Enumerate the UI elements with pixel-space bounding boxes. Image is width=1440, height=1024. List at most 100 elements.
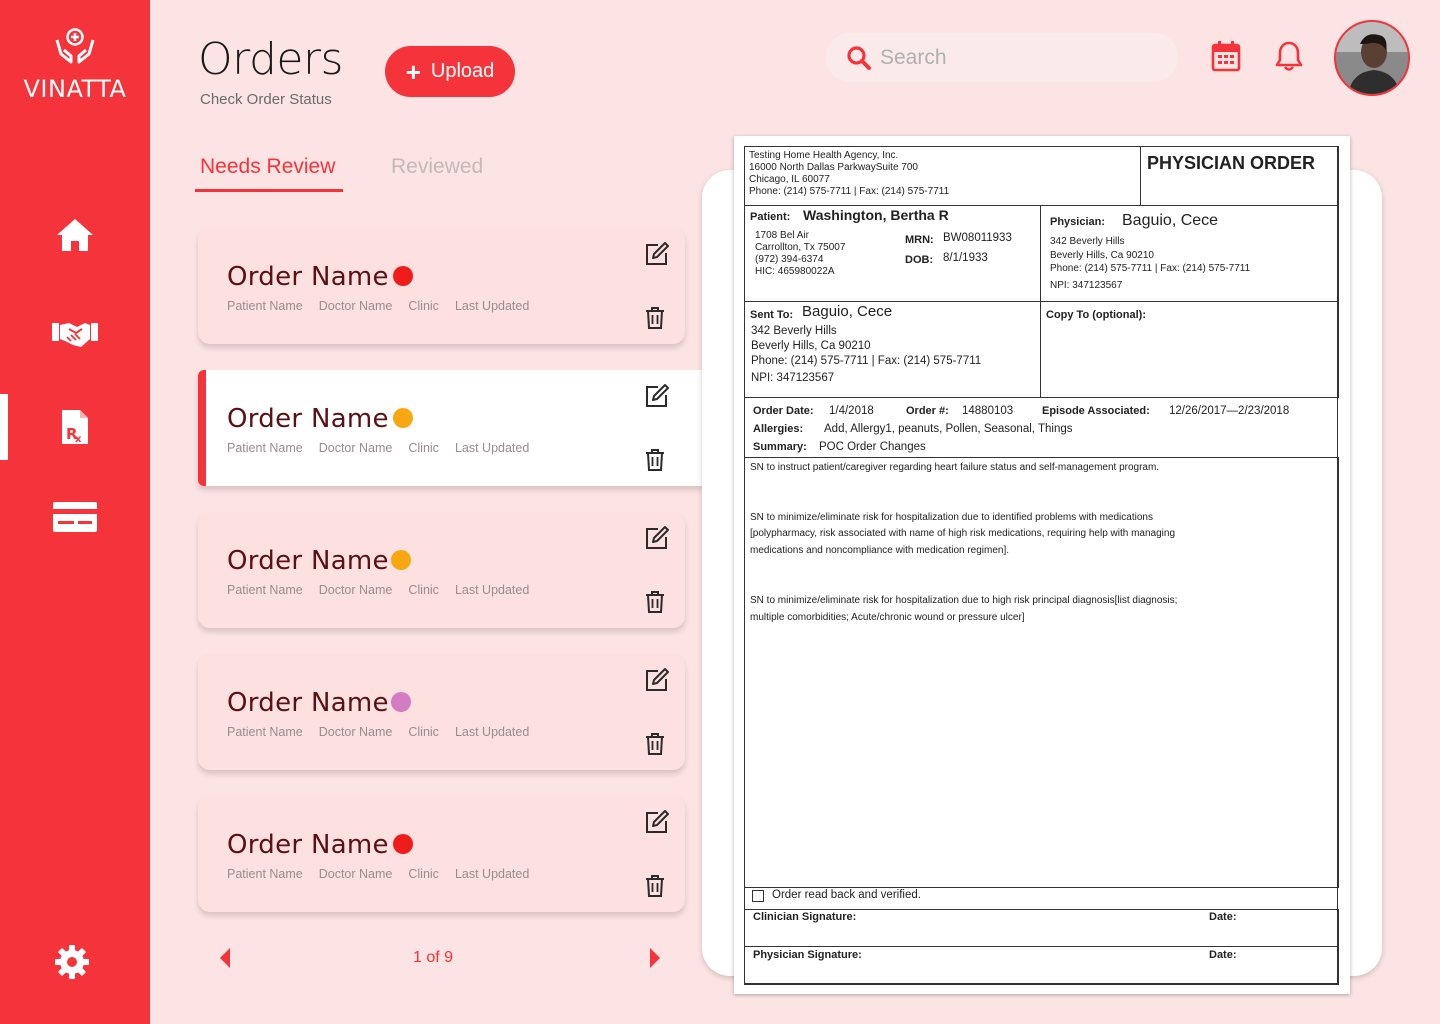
sent-to-name: Baguio, Cece [802,303,893,320]
tab-needs-review[interactable]: Needs Review [194,155,344,192]
order-meta: Patient Name Doctor Name Clinic Last Upd… [227,583,529,597]
order-card[interactable]: Order Name Patient Name Doctor Name Clin… [198,512,685,628]
user-photo-icon [1336,22,1408,94]
edit-button[interactable] [644,525,670,551]
sent-to-line: Beverly Hills, Ca 90210 [751,340,871,352]
patient-name: Washington, Bertha R [803,207,949,223]
trash-icon [646,875,664,897]
order-name: Order Name [227,404,389,434]
physician-label: Physician: [1050,216,1106,228]
notifications-button[interactable] [1272,38,1306,74]
edit-icon [646,526,669,549]
page-subtitle: Check Order Status [200,91,332,108]
dob-label: DOB: [905,254,934,266]
order-body-line: SN to minimize/eliminate risk for hospit… [750,512,1153,523]
status-dot [393,266,413,286]
clinic-name: Clinic [408,583,439,597]
agency-line: Testing Home Health Agency, Inc. [749,150,899,161]
logo: VINATTA [20,28,130,103]
search-bar[interactable] [826,33,1178,82]
search-input[interactable] [880,45,1160,70]
order-number: 14880103 [962,405,1014,417]
mrn-value: BW08011933 [943,232,1012,244]
readback-checkbox[interactable] [752,890,764,902]
sidebar-item-orders[interactable]: R x [0,394,150,460]
patient-name: Patient Name [227,441,303,455]
order-body-line: [polypharmacy, risk associated with name… [750,528,1176,539]
last-updated: Last Updated [454,867,530,881]
upload-button[interactable]: + Upload [385,46,515,97]
order-body-line: medications and noncompliance with medic… [750,545,1010,556]
settings-button[interactable] [52,942,92,982]
sent-to-line: Phone: (214) 575-7711 | Fax: (214) 575-7… [751,355,982,367]
sent-to-line: NPI: 347123567 [751,372,835,384]
order-card-selected[interactable]: Order Name Patient Name Doctor Name Clin… [198,370,703,486]
avatar[interactable] [1334,20,1410,96]
summary-value: POC Order Changes [819,441,926,453]
brand-name: VINATTA [23,75,127,103]
delete-button[interactable] [644,448,666,472]
order-date-label: Order Date: [753,405,814,417]
delete-button[interactable] [644,732,666,756]
order-card[interactable]: Order Name Patient Name Doctor Name Clin… [198,796,685,912]
mrn-label: MRN: [905,234,934,246]
doctor-name: Doctor Name [318,725,393,739]
calendar-icon [1211,41,1241,72]
clinic-name: Clinic [408,441,439,455]
delete-button[interactable] [644,306,666,330]
search-icon [847,45,871,70]
order-meta: Patient Name Doctor Name Clinic Last Upd… [227,299,529,313]
order-meta: Patient Name Doctor Name Clinic Last Upd… [227,867,529,881]
physician-line: NPI: 347123567 [1050,280,1123,291]
episode-label: Episode Associated: [1042,405,1150,417]
agency-line: 16000 North Dallas ParkwaySuite 700 [749,162,918,173]
physician-order-document[interactable]: Testing Home Health Agency, Inc. 16000 N… [734,136,1350,994]
doctor-name: Doctor Name [318,441,393,455]
order-body-line: SN to instruct patient/caregiver regardi… [750,462,1160,473]
caret-right-icon [650,948,660,968]
doctor-name: Doctor Name [318,583,393,597]
calendar-button[interactable] [1209,38,1243,74]
order-card[interactable]: Order Name Patient Name Doctor Name Clin… [198,228,685,344]
last-updated: Last Updated [454,725,530,739]
sidebar-item-billing[interactable] [0,484,150,550]
physician-line: Beverly Hills, Ca 90210 [1050,250,1154,261]
previous-page-button[interactable] [216,946,236,970]
patient-line: Carrollton, Tx 75007 [755,242,846,253]
status-dot [391,692,411,712]
clinic-name: Clinic [408,299,439,313]
edit-button[interactable] [644,667,670,693]
svg-text:x: x [75,434,82,445]
plus-icon: + [405,56,421,87]
order-body-line: SN to minimize/eliminate risk for hospit… [750,595,1178,606]
edit-button[interactable] [644,809,670,835]
delete-button[interactable] [644,874,666,898]
sent-to-line: 342 Beverly Hills [751,325,837,337]
order-date: 1/4/2018 [829,405,874,417]
patient-line: HIC: 465980022A [755,266,835,277]
sidebar-item-partners[interactable] [0,300,150,366]
next-page-button[interactable] [644,946,664,970]
edit-button[interactable] [644,383,670,409]
tab-reviewed[interactable]: Reviewed [391,155,483,179]
bell-icon [1275,41,1303,71]
patient-name: Patient Name [227,583,303,597]
trash-icon [646,449,664,471]
date-label: Date: [1209,949,1237,961]
credit-card-icon [53,502,97,532]
last-updated: Last Updated [454,299,530,313]
order-card[interactable]: Order Name Patient Name Doctor Name Clin… [198,654,685,770]
delete-button[interactable] [644,590,666,614]
sidebar-item-home[interactable] [0,202,150,268]
sidebar: VINATTA R x [0,0,150,1024]
allergies-value: Add, Allergy1, peanuts, Pollen, Seasonal… [824,423,1073,435]
edit-button[interactable] [644,241,670,267]
handshake-icon [52,323,98,347]
doctor-name: Doctor Name [318,299,393,313]
status-dot [391,550,411,570]
status-dot [393,834,413,854]
physician-name: Baguio, Cece [1122,212,1219,229]
gear-icon [55,945,89,979]
clinician-signature-label: Clinician Signature: [753,911,857,923]
order-meta: Patient Name Doctor Name Clinic Last Upd… [227,725,529,739]
